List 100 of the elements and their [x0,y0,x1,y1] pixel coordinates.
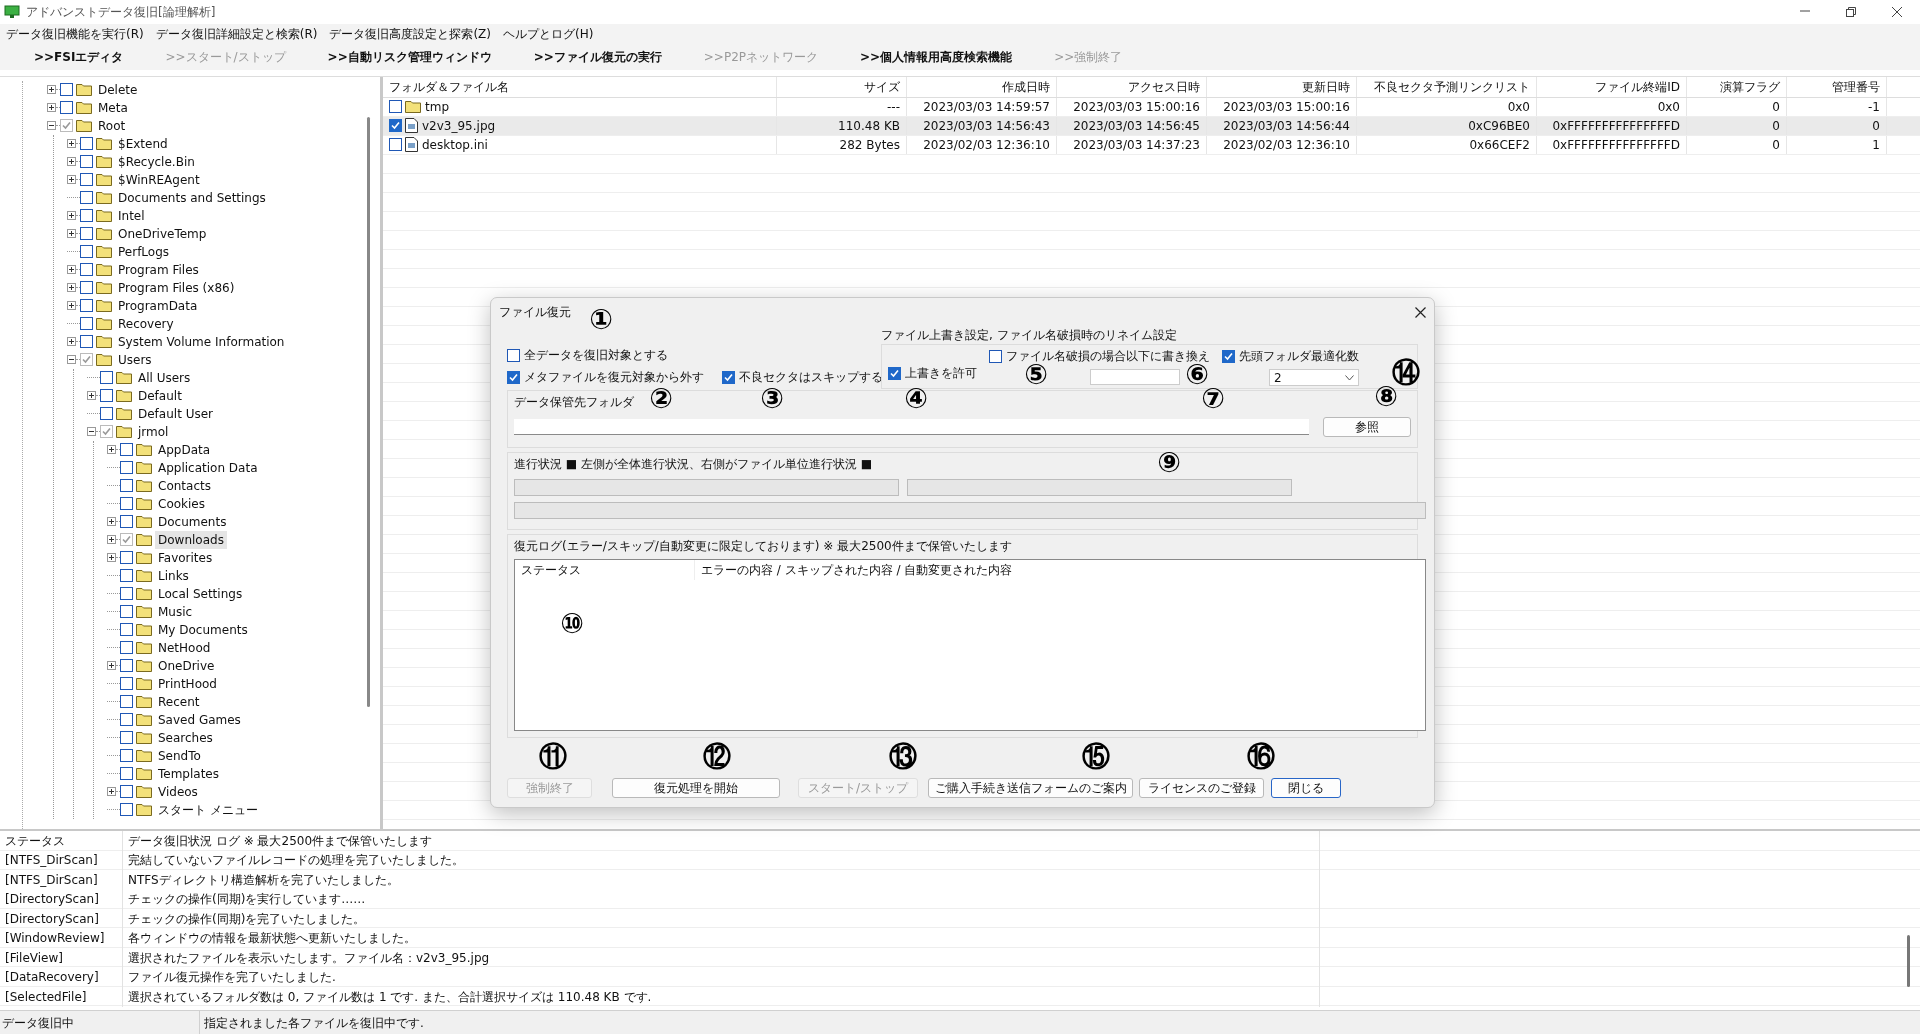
menu-item[interactable]: データ復旧機能を実行(R) [0,24,150,44]
tree-item[interactable]: Saved Games [155,710,244,729]
column-header[interactable]: フォルダ＆ファイル名 [383,76,777,97]
expand-icon[interactable] [67,175,76,185]
checkbox[interactable] [120,785,133,799]
tree-item[interactable]: Default [135,386,185,405]
checkbox[interactable] [80,335,93,349]
tree-item[interactable]: PrintHood [155,674,220,693]
tree-item[interactable]: Meta [95,98,131,117]
checkbox[interactable] [389,100,402,114]
checkbox[interactable] [80,209,93,223]
expand-icon[interactable] [87,391,96,401]
toolbar-button[interactable]: >>FSIエディタ [22,44,136,69]
checkbox[interactable] [100,407,113,421]
tree-item[interactable]: jrmol [135,422,172,441]
tree-item[interactable]: Default User [135,404,216,423]
checkbox[interactable] [120,695,133,709]
expand-icon[interactable] [47,103,56,113]
checkbox[interactable] [120,677,133,691]
checkbox[interactable] [120,641,133,655]
expand-icon[interactable] [107,787,116,797]
collapse-icon[interactable] [87,427,96,437]
checkbox[interactable] [120,461,133,475]
tree-item[interactable]: NetHood [155,638,214,657]
column-header[interactable]: 更新日時 [1207,76,1357,97]
tree-item[interactable]: Contacts [155,476,214,495]
checkbox[interactable] [80,263,93,277]
dialog-button[interactable]: ライセンスのご登録 [1139,778,1264,798]
expand-icon[interactable] [67,139,76,149]
tree-item[interactable]: OneDriveTemp [115,224,210,243]
checkbox[interactable] [989,349,1002,363]
column-header[interactable]: 作成日時 [907,76,1057,97]
tree-item[interactable]: Searches [155,728,216,747]
checkbox[interactable] [80,353,93,367]
tree-item[interactable]: Links [155,566,192,585]
checkbox[interactable] [120,659,133,673]
checkbox[interactable] [80,227,93,241]
tree-item[interactable]: Documents [155,512,230,531]
tree-item[interactable]: $Extend [115,134,171,153]
file-name[interactable]: tmp [425,97,449,116]
checkbox[interactable] [120,479,133,493]
checkbox[interactable] [100,371,113,385]
checkbox[interactable] [1222,349,1235,363]
expand-icon[interactable] [107,661,116,671]
checkbox[interactable] [80,173,93,187]
checkbox[interactable] [120,497,133,511]
tree-item[interactable]: PerfLogs [115,242,173,261]
menu-item[interactable]: データ復旧高度設定と探索(Z) [323,24,497,44]
menu-item[interactable]: ヘルプとログ(H) [497,24,600,44]
scrollbar[interactable] [1907,935,1910,988]
collapse-icon[interactable] [67,355,76,365]
checkbox[interactable] [389,119,402,133]
checkbox[interactable] [80,245,93,259]
tree-item[interactable]: AppData [155,440,214,459]
checkbox[interactable] [120,623,133,637]
checkbox[interactable] [888,366,901,380]
column-header[interactable]: 管理番号 [1787,76,1887,97]
tree-item[interactable]: Program Files [115,260,202,279]
tree-item[interactable]: OneDrive [155,656,218,675]
close-icon[interactable] [1415,306,1426,318]
expand-icon[interactable] [67,265,76,275]
rename-field[interactable] [1089,369,1180,385]
checkbox[interactable] [120,569,133,583]
column-header[interactable]: サイズ [777,76,907,97]
dialog-button[interactable]: 復元処理を開始 [612,778,780,798]
checkbox[interactable] [60,83,73,97]
tree-item[interactable]: Cookies [155,494,208,513]
checkbox[interactable] [80,191,93,205]
tree-item[interactable]: ProgramData [115,296,201,315]
checkbox[interactable] [120,749,133,763]
expand-icon[interactable] [107,445,116,455]
tree-item[interactable]: Delete [95,80,141,99]
tree-item[interactable]: Root [95,116,129,135]
expand-icon[interactable] [107,535,116,545]
checkbox[interactable] [507,348,520,362]
column-header[interactable]: ステータス [521,561,581,579]
checkbox[interactable] [389,138,402,152]
checkbox[interactable] [120,515,133,529]
checkbox[interactable] [120,551,133,565]
tree-item[interactable]: Downloads [155,530,227,549]
expand-icon[interactable] [47,85,56,95]
checkbox[interactable] [80,281,93,295]
collapse-icon[interactable] [47,121,56,131]
menu-item[interactable]: データ復旧詳細設定と検索(R) [149,24,324,44]
tree-item[interactable]: System Volume Information [115,332,288,351]
checkbox[interactable] [120,713,133,727]
tree-item[interactable]: Users [115,350,155,369]
tree-item[interactable]: Recent [155,692,203,711]
file-name[interactable]: v2v3_95.jpg [422,116,496,135]
column-header[interactable]: 不良セクタ予測リンクリスト [1357,76,1537,97]
tree-item[interactable]: Intel [115,206,148,225]
checkbox[interactable] [80,155,93,169]
count-dropdown[interactable]: 2 [1269,369,1359,386]
column-header[interactable]: 演算フラグ [1687,76,1787,97]
browse-button[interactable]: 参照 [1323,417,1411,437]
toolbar-button[interactable]: >>自動リスク管理ウィンドウ [315,44,504,69]
tree-item[interactable]: Recovery [115,314,177,333]
scrollbar[interactable] [367,116,370,707]
checkbox[interactable] [100,425,113,439]
toolbar-button[interactable]: >>個人情報用高度検索機能 [848,44,1025,69]
